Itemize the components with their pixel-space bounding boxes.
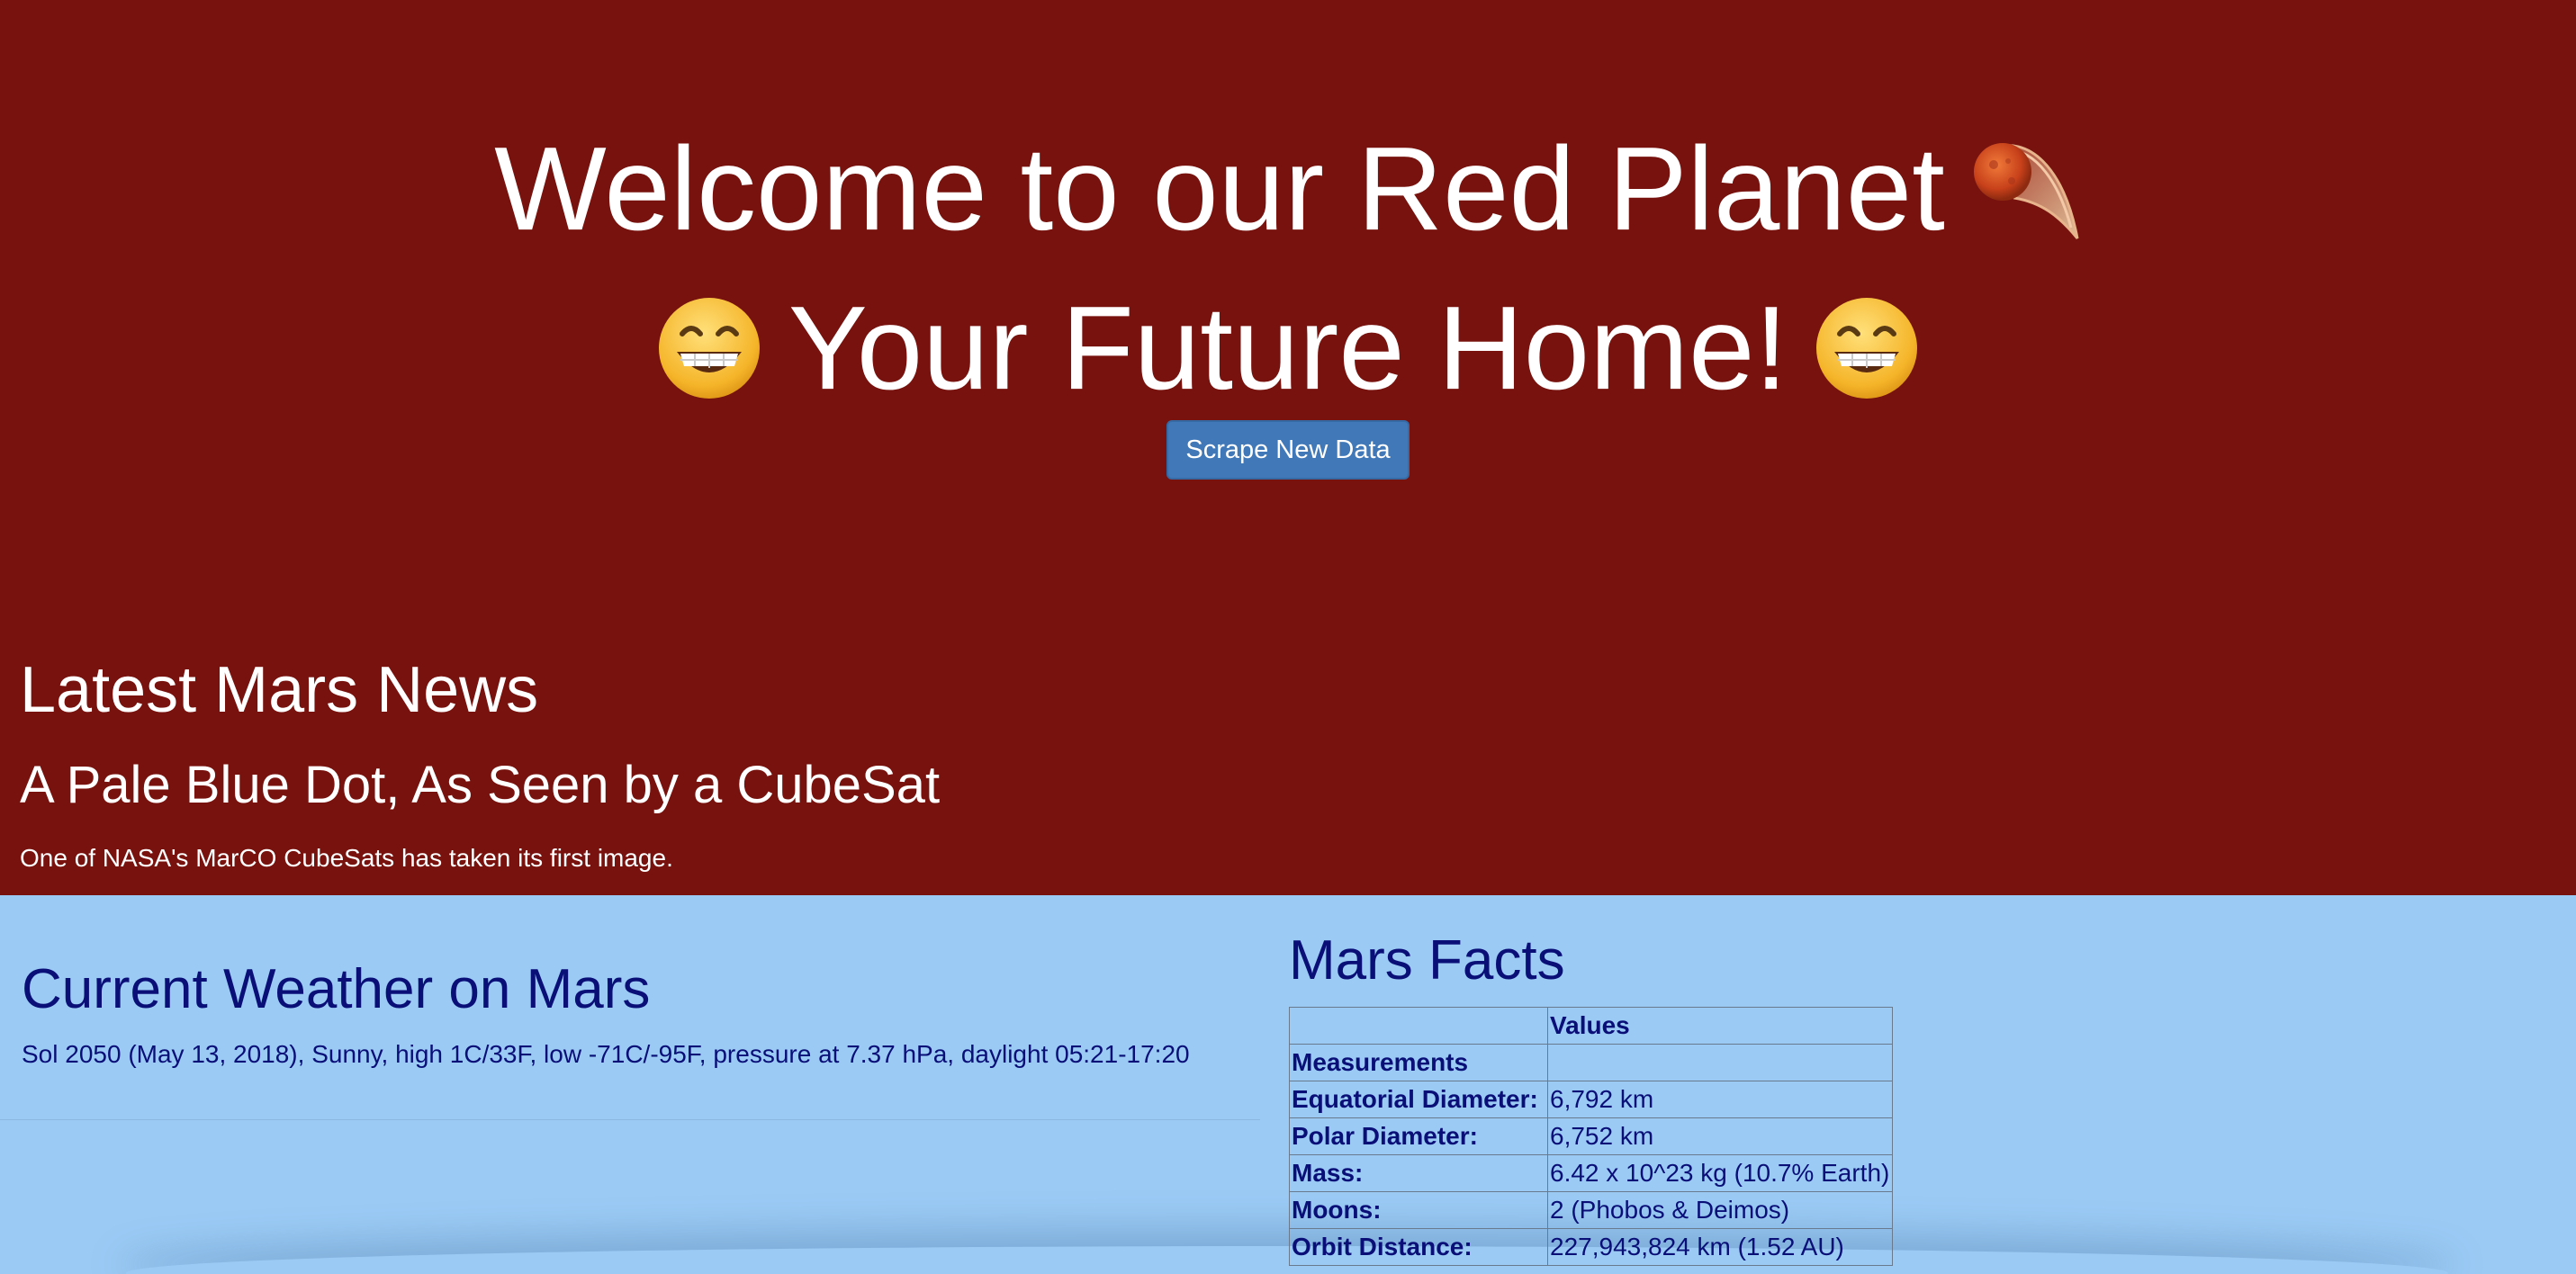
fact-key: Equatorial Diameter: xyxy=(1289,1081,1548,1118)
fact-value: 6.42 x 10^23 kg (10.7% Earth) xyxy=(1547,1154,1893,1192)
table-row: Moons: 2 (Phobos & Deimos) xyxy=(1289,1191,1893,1229)
page: Welcome to our Red Planet Your Future Ho… xyxy=(0,0,2576,1274)
table-header-blank xyxy=(1289,1007,1548,1045)
hero-title-line2: Your Future Home! xyxy=(0,272,2576,416)
table-row: Mass: 6.42 x 10^23 kg (10.7% Earth) xyxy=(1289,1154,1893,1192)
table-row: Polar Diameter: 6,752 km xyxy=(1289,1117,1893,1155)
table-header-values: Values xyxy=(1547,1007,1893,1045)
hero-title-text: Welcome to our Red Planet xyxy=(494,122,1945,256)
hero-section: Welcome to our Red Planet Your Future Ho… xyxy=(0,0,2576,895)
scrape-new-data-button[interactable]: Scrape New Data xyxy=(1166,420,1410,480)
fact-key: Mass: xyxy=(1289,1154,1548,1192)
facts-table: Values Measurements Equatorial Diameter:… xyxy=(1289,1007,1893,1266)
fact-value: 6,752 km xyxy=(1547,1117,1893,1155)
grinning-face-icon xyxy=(655,294,763,402)
fact-value: 227,943,824 km (1.52 AU) xyxy=(1547,1228,1893,1266)
table-row: Orbit Distance: 227,943,824 km (1.52 AU) xyxy=(1289,1228,1893,1266)
table-header-row: Values xyxy=(1289,1007,1893,1045)
grinning-face-icon xyxy=(1813,294,1921,402)
fact-key: Moons: xyxy=(1289,1191,1548,1229)
fact-value: 6,792 km xyxy=(1547,1081,1893,1118)
divider xyxy=(0,1119,1260,1120)
news-teaser: One of NASA's MarCO CubeSats has taken i… xyxy=(20,844,673,872)
weather-heading: Current Weather on Mars xyxy=(22,958,651,1020)
fact-key: Polar Diameter: xyxy=(1289,1117,1548,1155)
card-shadow xyxy=(126,1246,2448,1274)
news-title: A Pale Blue Dot, As Seen by a CubeSat xyxy=(20,756,941,814)
facts-heading: Mars Facts xyxy=(1289,929,1565,991)
table-index-header: Measurements xyxy=(1289,1044,1548,1081)
table-index-blank xyxy=(1547,1044,1893,1081)
hero-title-line1: Welcome to our Red Planet xyxy=(0,112,2576,256)
fact-value: 2 (Phobos & Deimos) xyxy=(1547,1191,1893,1229)
meteor-icon xyxy=(1965,130,2082,247)
details-section: Current Weather on Mars Sol 2050 (May 13… xyxy=(0,895,2576,1274)
table-row: Equatorial Diameter: 6,792 km xyxy=(1289,1081,1893,1118)
latest-news-heading: Latest Mars News xyxy=(20,654,539,726)
fact-key: Orbit Distance: xyxy=(1289,1228,1548,1266)
weather-report: Sol 2050 (May 13, 2018), Sunny, high 1C/… xyxy=(22,1040,1190,1068)
hero-subtitle-text: Your Future Home! xyxy=(788,282,1788,415)
table-index-row: Measurements xyxy=(1289,1044,1893,1081)
